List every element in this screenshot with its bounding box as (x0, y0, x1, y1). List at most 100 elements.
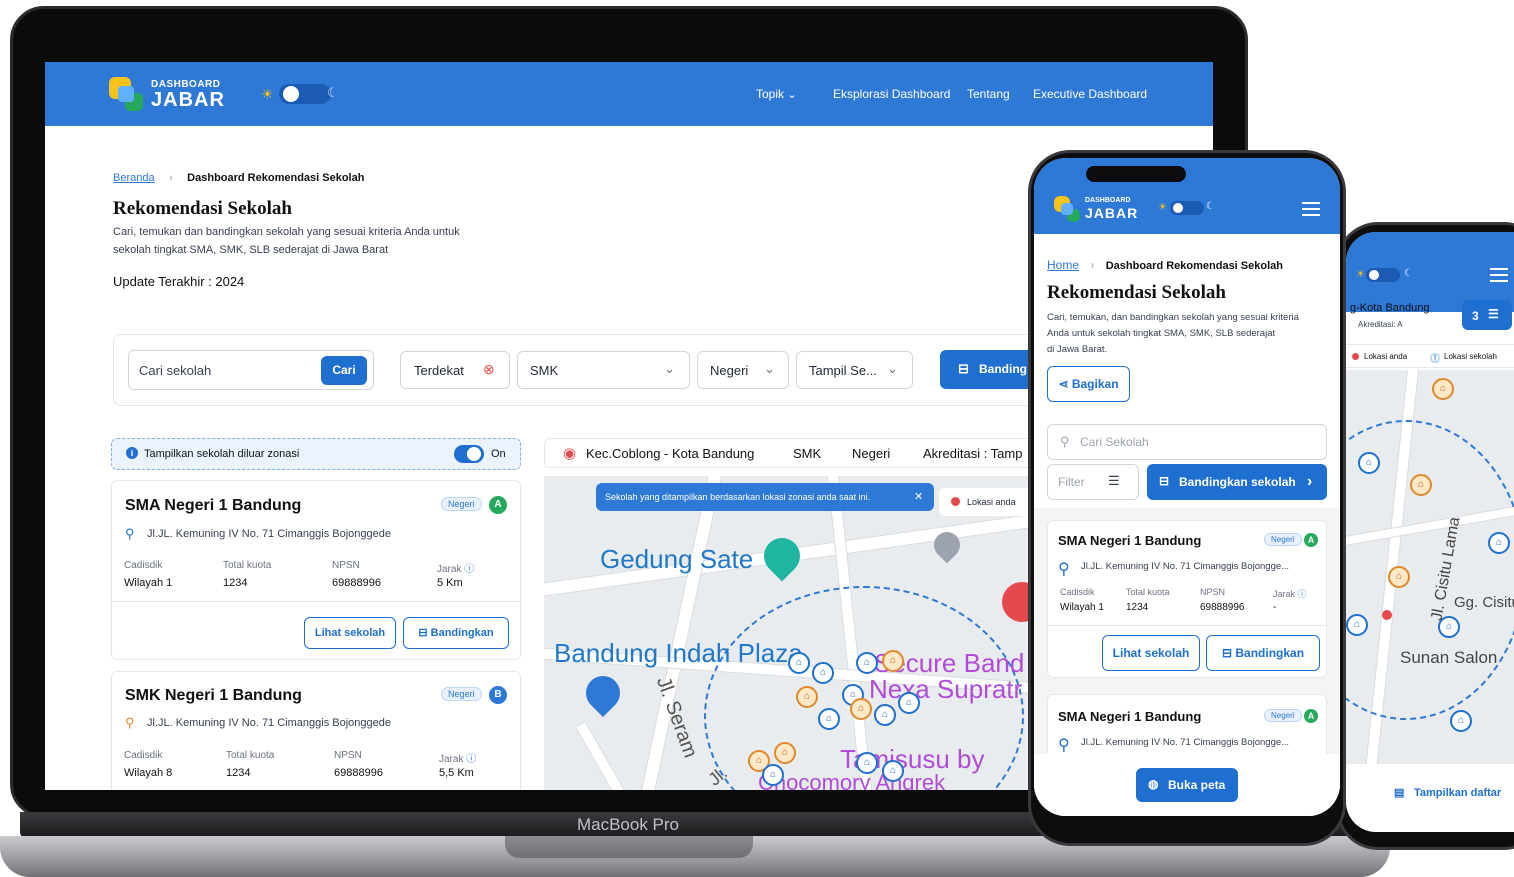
compare-icon: ⊟ (1221, 646, 1236, 660)
zonasi-toggle[interactable] (454, 445, 484, 463)
sort-select[interactable]: Terdekat ⊗ (400, 351, 510, 389)
school-card[interactable]: SMA Negeri 1 Bandung Negeri A ⚲ Jl.JL. K… (111, 480, 521, 660)
breadcrumb-home[interactable]: Beranda (113, 172, 155, 184)
map-label: Gedung Sate (600, 544, 754, 574)
map-label: Chocomory Angrek (758, 770, 946, 790)
nav-tentang[interactable]: Tentang (967, 87, 1010, 101)
map-icon: ◍ (1148, 777, 1159, 791)
school-card[interactable]: SMK Negeri 1 Bandung Negeri B ⚲ Jl.JL. K… (111, 671, 521, 790)
divider (1048, 625, 1326, 626)
menu-icon[interactable] (1490, 264, 1508, 286)
label-jarak: Jarak ⓘ (439, 754, 477, 765)
school-marker-icon[interactable]: ⌂ (882, 760, 904, 782)
compare-school-button[interactable]: ⊟ Bandingkan (403, 617, 509, 649)
school-marker-icon[interactable]: ⌂ (1450, 710, 1472, 732)
school-marker-icon[interactable]: ⌂ (812, 662, 834, 684)
filter-button[interactable]: Filter ☰ (1047, 464, 1139, 500)
landmark-pin-icon[interactable] (756, 530, 808, 582)
value-jarak: - (1273, 602, 1277, 613)
school-address: Jl.JL. Kemuning IV No. 71 Cimanggis Bojo… (147, 717, 391, 729)
compare-school-button[interactable]: ⊟ Bandingkan (1206, 635, 1320, 671)
view-school-button[interactable]: Lihat sekolah (304, 617, 396, 649)
school-name[interactable]: SMK Negeri 1 Bandung (125, 687, 302, 705)
app-logo[interactable]: DASHBOARD JABAR (109, 76, 229, 112)
view-school-button[interactable]: Lihat sekolah (1102, 635, 1200, 671)
school-name[interactable]: SMA Negeri 1 Bandung (1058, 533, 1201, 548)
breadcrumb-home[interactable]: Home (1047, 258, 1079, 272)
open-map-button[interactable]: ◍ Buka peta (1136, 768, 1238, 802)
sliders-icon: ☰ (1488, 307, 1499, 321)
nav-eksplorasi[interactable]: Eksplorasi Dashboard (833, 87, 950, 101)
page-title: Rekomendasi Sekolah (113, 198, 292, 219)
school-card[interactable]: SMA Negeri 1 Bandung Negeri A ⚲ Jl.JL. K… (1047, 520, 1327, 678)
search-input[interactable]: ⚲ Cari Sekolah (1047, 424, 1327, 460)
logo-icon (1054, 196, 1080, 222)
theme-toggle[interactable] (1170, 201, 1204, 215)
map-filter-level: SMK (793, 446, 822, 461)
school-marker-icon[interactable]: ⌂ (1388, 566, 1410, 588)
accreditation-badge: A (1304, 709, 1318, 723)
phone-map[interactable]: Jl. Cisitu Lama Gg. Cisitu Sunan Salon ⌂… (1346, 370, 1514, 764)
level-select[interactable]: SMK ⌄ (517, 351, 690, 389)
phone-notch (1086, 166, 1186, 182)
filter-count-button[interactable]: 3 ☰ (1462, 300, 1512, 330)
show-select[interactable]: Tampil Se... ⌄ (796, 351, 913, 389)
theme-toggle[interactable] (1366, 268, 1400, 282)
value-kuota: 1234 (223, 577, 248, 589)
school-marker-icon[interactable]: ⌂ (1432, 378, 1454, 400)
show-list-button[interactable]: ▤ Tampilkan daftar (1346, 772, 1514, 812)
info-icon: ⓘ (464, 564, 475, 575)
school-marker-icon[interactable]: ⌂ (818, 708, 840, 730)
sun-icon: ☀ (261, 86, 274, 102)
nav-executive[interactable]: Executive Dashboard (1033, 87, 1147, 101)
share-button[interactable]: ⋖ Bagikan (1047, 366, 1130, 402)
nav-topik[interactable]: Topik ⌄ (756, 87, 797, 101)
breadcrumb: Home › Dashboard Rekomendasi Sekolah (1047, 258, 1283, 272)
label-kuota: Total kuota (223, 560, 272, 571)
location-dot-icon (951, 497, 960, 506)
school-marker-icon[interactable]: ⌂ (796, 686, 818, 708)
divider (112, 601, 520, 602)
school-marker-icon[interactable]: ⌂ (1346, 614, 1368, 636)
value-cadisdik: Wilayah 8 (124, 767, 173, 779)
school-marker-icon[interactable]: ⌂ (1410, 474, 1432, 496)
school-marker-icon[interactable]: ⌂ (850, 698, 872, 720)
shopping-pin-icon[interactable] (578, 668, 628, 718)
school-marker-icon[interactable]: ⌂ (1488, 532, 1510, 554)
chevron-right-icon: › (1307, 473, 1313, 490)
chevron-down-icon: ⌄ (664, 361, 675, 376)
school-marker-icon[interactable]: ⌂ (788, 652, 810, 674)
search-button[interactable]: Cari (321, 356, 367, 385)
compare-schools-button[interactable]: ⊟ Bandingkan sekolah › (1147, 464, 1327, 500)
moon-icon: ☾ (1206, 201, 1215, 212)
school-marker-icon[interactable]: ⌂ (1358, 452, 1380, 474)
school-map[interactable]: Sekolah yang ditampilkan berdasarkan lok… (544, 476, 1044, 790)
clear-icon[interactable]: ⊗ (483, 361, 495, 378)
school-marker-icon[interactable]: ⌂ (874, 704, 896, 726)
school-marker-icon[interactable]: ⌂ (856, 652, 878, 674)
close-icon[interactable]: ✕ (914, 490, 923, 503)
school-marker-icon[interactable]: ⌂ (856, 752, 878, 774)
zonasi-toggle-label: On (491, 448, 506, 460)
menu-icon[interactable] (1302, 198, 1320, 220)
page-description: Cari, temukan, dan bandingkan sekolah ya… (1047, 312, 1299, 355)
school-marker-icon[interactable]: ⌂ (882, 650, 904, 672)
map-label: Sunan Salon (1400, 648, 1498, 667)
status-select[interactable]: Negeri ⌄ (697, 351, 789, 389)
value-npsn: 69888996 (332, 577, 381, 589)
school-marker-icon[interactable]: ⌂ (762, 764, 784, 786)
logo-icon (109, 77, 143, 111)
moon-icon: ☾ (1404, 268, 1413, 279)
school-address: Jl.JL. Kemuning IV No. 71 Cimanggis Bojo… (1081, 561, 1290, 572)
map-legend: Lokasi anda (939, 488, 1039, 516)
school-marker-icon[interactable]: ⌂ (898, 692, 920, 714)
school-name[interactable]: SMA Negeri 1 Bandung (1058, 709, 1201, 724)
school-marker-icon[interactable]: ⌂ (1438, 616, 1460, 638)
theme-toggle[interactable] (279, 84, 331, 104)
school-marker-icon[interactable]: ⌂ (774, 742, 796, 764)
location-target-icon: ◉ (563, 445, 577, 462)
school-name[interactable]: SMA Negeri 1 Bandung (125, 497, 301, 515)
phone-front-screen: DASHBOARD JABAR ☀ ☾ Home › Dashboard Rek… (1034, 158, 1340, 816)
label-jarak: Jarak ⓘ (1273, 589, 1307, 599)
label-cadisdik: Cadisdik (124, 560, 163, 571)
